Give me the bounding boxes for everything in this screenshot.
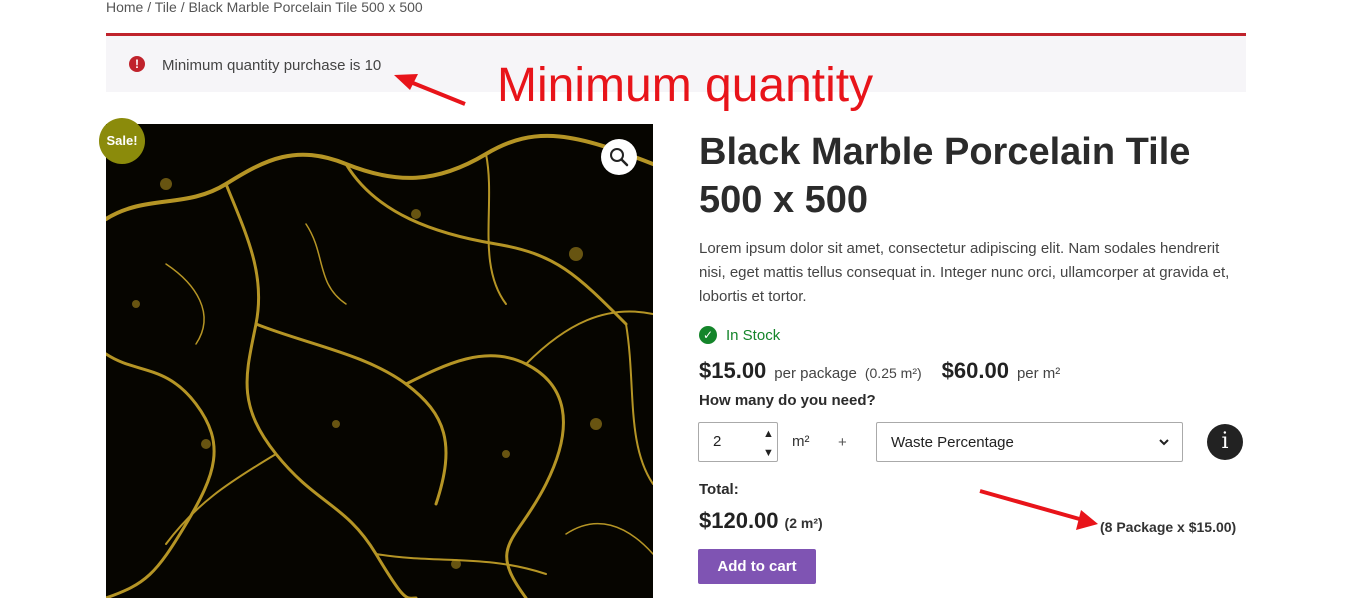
sale-badge: Sale!	[99, 118, 145, 164]
total-row: $120.00 (2 m²)	[699, 508, 823, 534]
price-row: $15.00 per package (0.25 m²) $60.00 per …	[699, 358, 1060, 384]
package-calculation: (8 Package x $15.00)	[1100, 519, 1237, 535]
waste-percentage-select[interactable]: Waste Percentage	[876, 422, 1183, 462]
marble-texture	[106, 124, 653, 598]
quantity-question: How many do you need?	[699, 392, 876, 409]
quantity-stepper[interactable]: 2 ▲ ▼	[698, 422, 778, 462]
add-to-cart-button[interactable]: Add to cart	[698, 549, 816, 584]
quantity-value[interactable]: 2	[713, 433, 721, 450]
title-line-1: Black Marble Porcelain Tile	[699, 131, 1191, 173]
price-per-m2: $60.00	[941, 358, 1009, 383]
waste-selected-value: Waste Percentage	[891, 434, 1014, 451]
arrow-to-package-calc	[979, 489, 1098, 530]
check-icon: ✓	[699, 326, 717, 344]
arrow-to-notice	[394, 74, 466, 106]
stock-status: ✓ In Stock	[699, 326, 780, 344]
product-title: Black Marble Porcelain Tile 500 x 500	[699, 128, 1239, 224]
title-line-2: 500 x 500	[699, 179, 869, 221]
total-price: $120.00	[699, 508, 779, 533]
package-price-unit: per package	[774, 365, 857, 382]
stepper-up-icon[interactable]: ▲	[763, 428, 774, 440]
info-button[interactable]: i	[1207, 424, 1243, 460]
plus-sign: +	[838, 434, 847, 451]
product-image[interactable]	[106, 124, 653, 598]
zoom-button[interactable]	[601, 139, 637, 175]
total-area: (2 m²)	[784, 515, 823, 531]
chevron-down-icon	[1159, 439, 1169, 446]
package-price: $15.00	[699, 358, 767, 383]
stepper-down-icon[interactable]: ▼	[763, 447, 774, 459]
total-label: Total:	[699, 481, 739, 498]
price-per-m2-unit: per m²	[1016, 365, 1061, 382]
package-size: (0.25 m²)	[864, 365, 922, 381]
stock-text: In Stock	[726, 326, 781, 344]
magnifier-icon	[610, 148, 629, 167]
unit-label: m²	[792, 433, 810, 450]
product-description: Lorem ipsum dolor sit amet, consectetur …	[699, 240, 1230, 305]
